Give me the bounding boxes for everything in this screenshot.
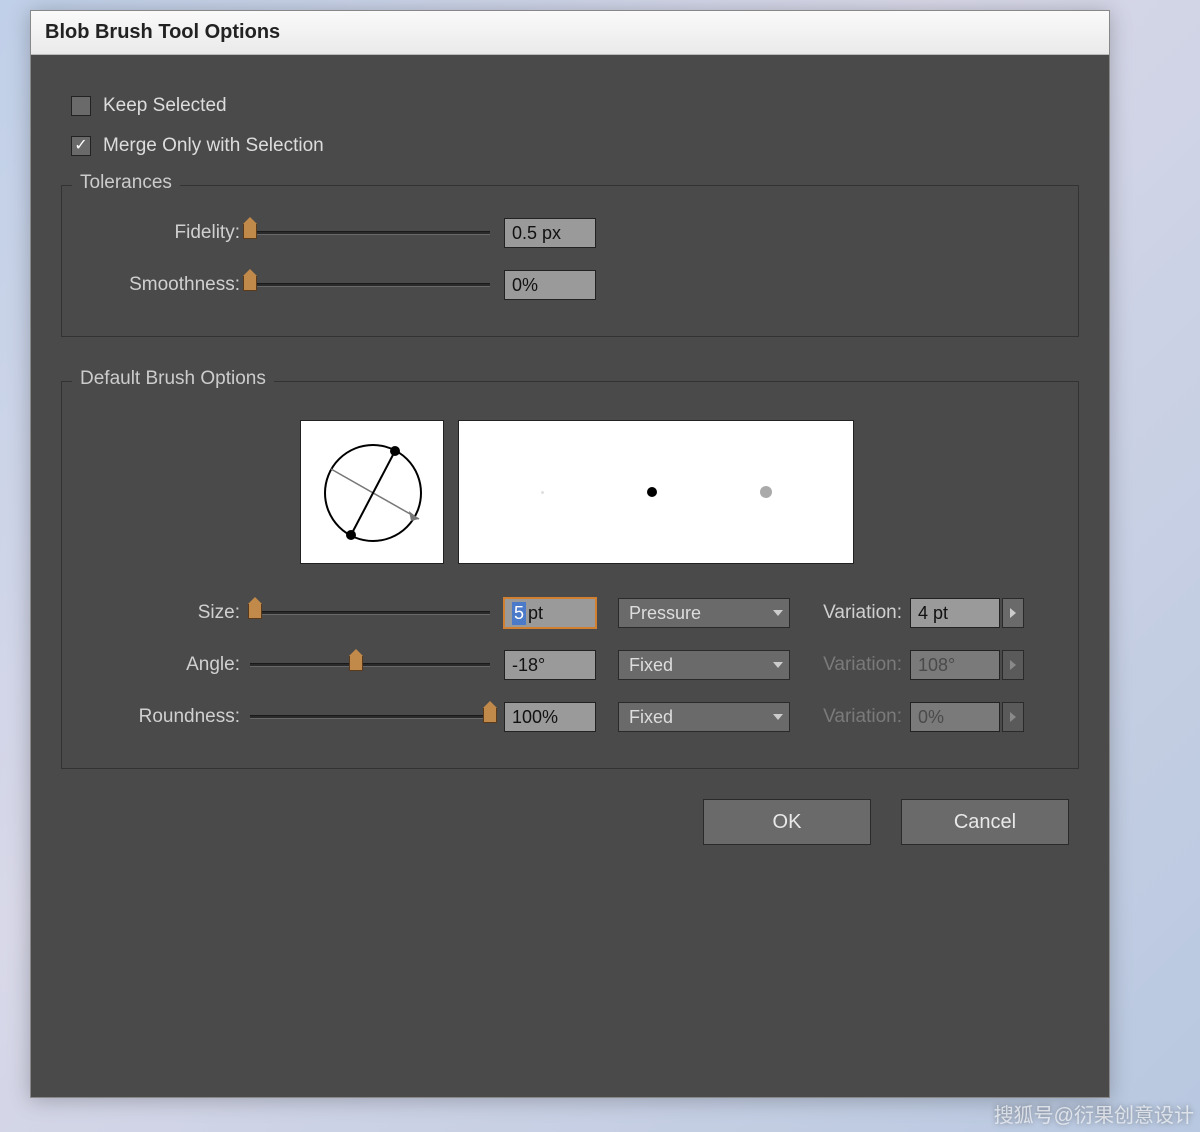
size-row: Size: 5 pt Pressure Variation: 4 pt [80,598,1060,628]
angle-mode-dropdown[interactable]: Fixed [618,650,790,680]
chevron-down-icon [773,662,783,668]
fidelity-slider-handle[interactable] [243,223,257,239]
angle-variation-step-button [1002,650,1024,680]
ok-button[interactable]: OK [703,799,871,845]
angle-slider[interactable] [250,663,490,667]
angle-preview-icon [301,421,445,565]
dialog-body: Keep Selected Merge Only with Selection … [31,55,1109,1097]
angle-slider-handle[interactable] [349,655,363,671]
size-value[interactable]: 5 pt [504,598,596,628]
size-mode-value: Pressure [629,603,701,624]
angle-mode-value: Fixed [629,655,673,676]
size-label: Size: [80,602,250,624]
roundness-slider-handle[interactable] [483,707,497,723]
cancel-button[interactable]: Cancel [901,799,1069,845]
smoothness-slider-handle[interactable] [243,275,257,291]
tolerances-fieldset: Tolerances Fidelity: 0.5 px Smoothness: … [61,185,1079,337]
brush-fieldset: Default Brush Options [61,381,1079,769]
size-slider-handle[interactable] [248,603,262,619]
roundness-variation-value: 0% [910,702,1000,732]
angle-label: Angle: [80,654,250,676]
roundness-variation-label: Variation: [810,706,910,728]
merge-only-row: Merge Only with Selection [71,135,1079,157]
brush-angle-preview[interactable] [300,420,444,564]
keep-selected-label: Keep Selected [103,95,227,117]
size-value-num: 5 [512,602,526,625]
roundness-mode-dropdown[interactable]: Fixed [618,702,790,732]
dialog-buttons: OK Cancel [61,799,1079,845]
brush-size-preview [458,420,854,564]
angle-value[interactable]: -18° [504,650,596,680]
brush-legend: Default Brush Options [72,368,274,390]
smoothness-slider[interactable] [250,283,490,287]
angle-variation-label: Variation: [810,654,910,676]
roundness-label: Roundness: [80,706,250,728]
size-variation-label: Variation: [810,602,910,624]
size-variation-stepper: 4 pt [910,598,1024,628]
roundness-slider[interactable] [250,715,490,719]
preview-dot-min [541,491,544,494]
roundness-value[interactable]: 100% [504,702,596,732]
angle-variation-value: 108° [910,650,1000,680]
merge-only-label: Merge Only with Selection [103,135,324,157]
size-mode-dropdown[interactable]: Pressure [618,598,790,628]
chevron-down-icon [773,610,783,616]
titlebar: Blob Brush Tool Options [31,11,1109,55]
angle-variation-stepper: 108° [910,650,1024,680]
chevron-down-icon [773,714,783,720]
smoothness-value[interactable]: 0% [504,270,596,300]
fidelity-value[interactable]: 0.5 px [504,218,596,248]
roundness-variation-step-button [1002,702,1024,732]
fidelity-row: Fidelity: 0.5 px [80,218,1060,248]
angle-row: Angle: -18° Fixed Variation: 108° [80,650,1060,680]
smoothness-label: Smoothness: [80,274,250,296]
size-slider[interactable] [250,611,490,615]
fidelity-slider[interactable] [250,231,490,235]
roundness-mode-value: Fixed [629,707,673,728]
merge-only-checkbox[interactable] [71,136,91,156]
smoothness-row: Smoothness: 0% [80,270,1060,300]
window-title: Blob Brush Tool Options [45,21,280,44]
size-variation-value[interactable]: 4 pt [910,598,1000,628]
roundness-row: Roundness: 100% Fixed Variation: 0% [80,702,1060,732]
brush-preview-row [300,420,1060,564]
keep-selected-row: Keep Selected [71,95,1079,117]
watermark-text: 搜狐号@衍果创意设计 [994,1099,1194,1128]
fidelity-label: Fidelity: [80,222,250,244]
roundness-variation-stepper: 0% [910,702,1024,732]
preview-dot-max [760,486,772,498]
keep-selected-checkbox[interactable] [71,96,91,116]
dialog-window: Blob Brush Tool Options Keep Selected Me… [30,10,1110,1098]
size-variation-step-button[interactable] [1002,598,1024,628]
size-value-unit: pt [528,603,543,624]
tolerances-legend: Tolerances [72,172,180,194]
preview-dot-current [647,487,657,497]
